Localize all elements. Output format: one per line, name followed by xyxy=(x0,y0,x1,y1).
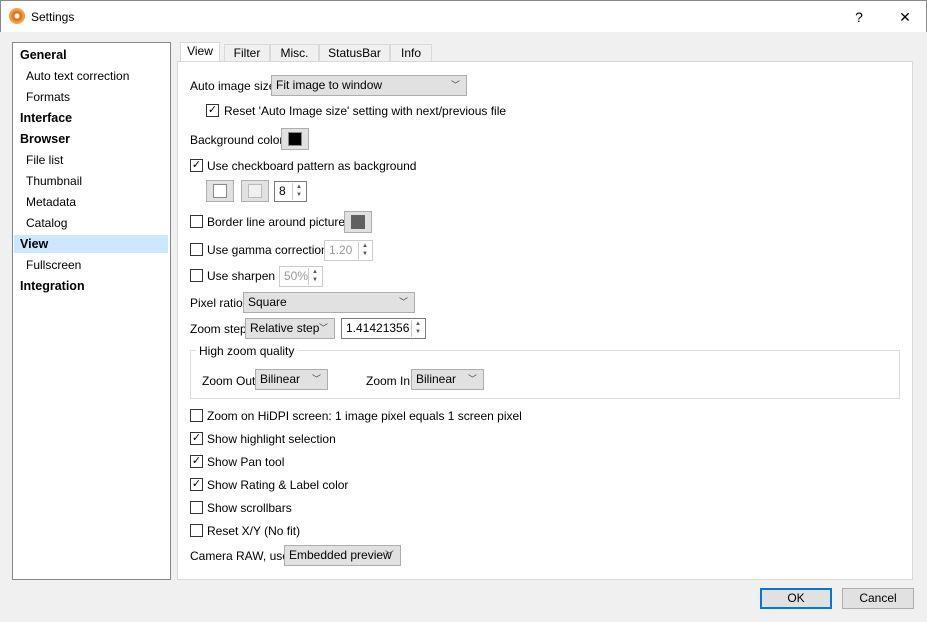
spin-arrows-icon[interactable]: ▲ ▼ xyxy=(411,320,424,337)
zoom-step-mode-value: Relative step xyxy=(250,321,320,335)
pan-tool-checkbox[interactable]: ✓ xyxy=(190,455,203,468)
sidebar-item-metadata[interactable]: Metadata xyxy=(14,193,168,211)
high-zoom-quality-label: High zoom quality xyxy=(196,344,298,358)
spin-arrows-icon[interactable]: ▲ ▼ xyxy=(358,242,371,259)
auto-image-size-value: Fit image to window xyxy=(276,78,383,92)
checkboard-checkbox[interactable]: ✓ xyxy=(190,159,203,172)
gamma-label: Use gamma correction xyxy=(207,243,328,257)
sharpen-checkbox[interactable] xyxy=(190,269,203,282)
chevron-down-icon: ﹀ xyxy=(450,80,460,90)
gamma-checkbox[interactable] xyxy=(190,243,203,256)
highlight-selection-label: Show highlight selection xyxy=(207,432,336,446)
sidebar-item-formats[interactable]: Formats xyxy=(14,88,168,106)
sidebar-item-file-list[interactable]: File list xyxy=(14,151,168,169)
reset-auto-size-checkbox[interactable]: ✓ xyxy=(206,104,219,117)
reset-xy-checkbox[interactable] xyxy=(190,524,203,537)
tab-misc[interactable]: Misc. xyxy=(270,44,319,62)
sidebar-item-integration[interactable]: Integration xyxy=(14,277,168,295)
zoom-step-spinner[interactable]: 1.41421356 ▲ ▼ xyxy=(341,318,426,339)
checkboard-color1-button[interactable] xyxy=(206,180,234,202)
chevron-down-icon: ﹀ xyxy=(398,297,408,307)
rating-label-color-label: Show Rating & Label color xyxy=(207,478,349,492)
sharpen-label: Use sharpen xyxy=(207,269,276,283)
gamma-spinner[interactable]: 1.20 ▲ ▼ xyxy=(324,240,373,261)
gamma-value: 1.20 xyxy=(329,243,353,257)
reset-xy-label: Reset X/Y (No fit) xyxy=(207,524,301,538)
tab-view[interactable]: View xyxy=(180,42,220,62)
sidebar-item-thumbnail[interactable]: Thumbnail xyxy=(14,172,168,190)
tab-info[interactable]: Info xyxy=(390,44,432,62)
zoom-in-select[interactable]: Bilinear ﹀ xyxy=(411,369,484,390)
background-color-button[interactable] xyxy=(281,128,309,150)
background-color-label: Background color xyxy=(190,133,284,147)
zoom-step-label: Zoom step xyxy=(190,322,247,336)
checkboard-size-value: 8 xyxy=(279,184,286,198)
sharpen-value: 50% xyxy=(284,269,309,283)
hidpi-checkbox[interactable] xyxy=(190,409,203,422)
camera-raw-select[interactable]: Embedded preview ﹀ xyxy=(284,545,401,566)
pixel-ratio-value: Square xyxy=(248,295,287,309)
reset-auto-size-label: Reset 'Auto Image size' setting with nex… xyxy=(224,104,507,118)
scrollbars-checkbox[interactable] xyxy=(190,501,203,514)
spin-arrows-icon[interactable]: ▲ ▼ xyxy=(308,268,321,285)
chevron-down-icon: ﹀ xyxy=(384,550,394,560)
camera-raw-value: Embedded preview xyxy=(289,548,392,562)
border-line-checkbox[interactable] xyxy=(190,215,203,228)
rating-label-color-checkbox[interactable]: ✓ xyxy=(190,478,203,491)
zoom-step-mode-select[interactable]: Relative step ﹀ xyxy=(245,318,335,339)
tab-statusbar[interactable]: StatusBar xyxy=(319,44,390,62)
app-logo-icon xyxy=(9,8,25,24)
cancel-button[interactable]: Cancel xyxy=(842,588,914,609)
ok-button[interactable]: OK xyxy=(760,588,832,609)
checkboard-label: Use checkboard pattern as background xyxy=(207,159,417,173)
sidebar-item-auto-text-correction[interactable]: Auto text correction xyxy=(14,67,168,85)
pan-tool-label: Show Pan tool xyxy=(207,455,285,469)
chevron-down-icon: ﹀ xyxy=(467,374,477,384)
hidpi-label: Zoom on HiDPI screen: 1 image pixel equa… xyxy=(207,409,522,423)
auto-image-size-label: Auto image size xyxy=(190,79,276,93)
scrollbars-label: Show scrollbars xyxy=(207,501,292,515)
sidebar-item-browser[interactable]: Browser xyxy=(14,130,168,148)
sidebar-item-catalog[interactable]: Catalog xyxy=(14,214,168,232)
sidebar-item-interface[interactable]: Interface xyxy=(14,109,168,127)
checkboard-color2-button[interactable] xyxy=(241,180,269,202)
window-title: Settings xyxy=(31,10,75,24)
chevron-down-icon: ﹀ xyxy=(311,374,321,384)
sidebar-item-fullscreen[interactable]: Fullscreen xyxy=(14,256,168,274)
chevron-down-icon: ﹀ xyxy=(318,323,328,333)
pixel-ratio-select[interactable]: Square ﹀ xyxy=(243,292,415,313)
sidebar-item-general[interactable]: General xyxy=(14,46,168,64)
help-button[interactable]: ? xyxy=(836,1,882,33)
zoom-in-value: Bilinear xyxy=(416,372,457,386)
checkboard-size-spinner[interactable]: 8 ▲ ▼ xyxy=(274,181,307,202)
spin-arrows-icon[interactable]: ▲ ▼ xyxy=(292,183,305,200)
pixel-ratio-label: Pixel ratio xyxy=(190,296,243,310)
zoom-out-select[interactable]: Bilinear ﹀ xyxy=(255,369,328,390)
border-color-button[interactable] xyxy=(344,211,372,233)
camera-raw-label: Camera RAW, use xyxy=(190,549,289,563)
tab-filter[interactable]: Filter xyxy=(224,44,270,62)
close-button[interactable]: ✕ xyxy=(882,1,927,33)
zoom-out-value: Bilinear xyxy=(260,372,301,386)
zoom-out-label: Zoom Out xyxy=(202,374,256,388)
highlight-selection-checkbox[interactable]: ✓ xyxy=(190,432,203,445)
sidebar-item-view[interactable]: View xyxy=(14,235,168,253)
settings-category-tree: General Auto text correction Formats Interf… xyxy=(12,42,171,580)
border-line-label: Border line around picture xyxy=(207,215,346,229)
auto-image-size-select[interactable]: Fit image to window ﹀ xyxy=(271,75,467,96)
zoom-in-label: Zoom In xyxy=(366,374,411,388)
sharpen-spinner[interactable]: 50% ▲ ▼ xyxy=(279,266,323,287)
zoom-step-value: 1.41421356 xyxy=(346,321,410,335)
title-bar: Settings ? ✕ xyxy=(0,0,927,32)
